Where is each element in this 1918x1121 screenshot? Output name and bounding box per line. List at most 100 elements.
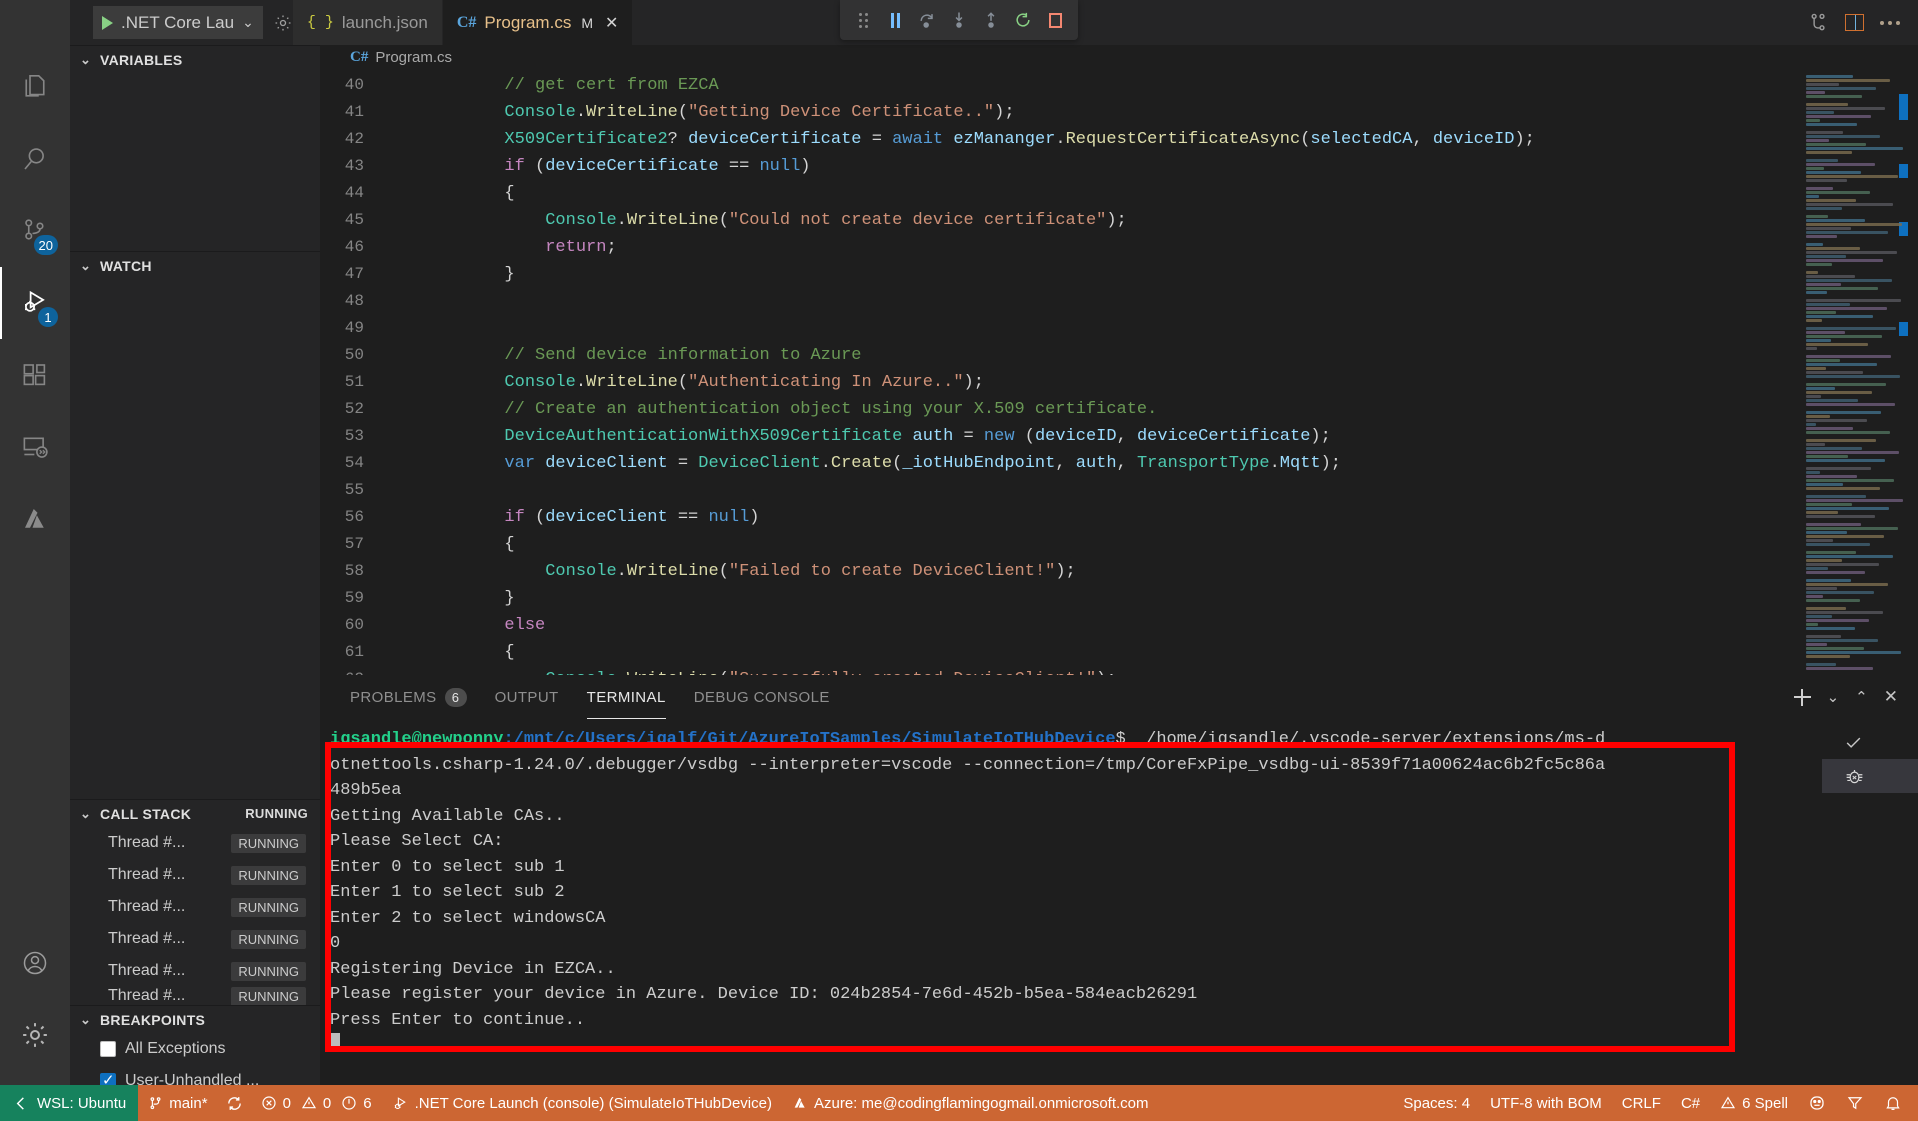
list-item[interactable]: Thread #... RUNNING: [70, 827, 320, 859]
minimap-line: [1806, 287, 1878, 291]
tab-debug-console[interactable]: DEBUG CONSOLE: [694, 675, 830, 719]
breadcrumb[interactable]: C# Program.cs: [320, 45, 1918, 71]
chevron-up-icon[interactable]: ⌃: [1855, 688, 1868, 706]
close-icon[interactable]: ✕: [605, 13, 618, 33]
debug-configuration-selector[interactable]: .NET Core Lau ⌄: [93, 6, 263, 39]
status-problems[interactable]: 0 0 6: [251, 1085, 382, 1121]
list-item[interactable]: Thread #... RUNNING: [70, 859, 320, 891]
list-item[interactable]: Thread #... RUNNING: [70, 891, 320, 923]
step-over-button[interactable]: [912, 5, 942, 35]
debug-settings-gear-icon[interactable]: [273, 0, 293, 45]
list-item[interactable]: All Exceptions: [70, 1033, 320, 1065]
code-line[interactable]: 62 Console.WriteLine("Successfully creat…: [320, 666, 1800, 675]
status-branch[interactable]: main*: [138, 1085, 217, 1121]
terminal-debug-entry[interactable]: [1822, 759, 1918, 793]
status-remote-host[interactable]: WSL: Ubuntu: [0, 1085, 139, 1121]
drag-handle[interactable]: [848, 5, 878, 35]
smiley-icon[interactable]: [1798, 1085, 1836, 1121]
ellipsis-icon[interactable]: [1880, 20, 1900, 25]
close-icon[interactable]: ✕: [1884, 687, 1898, 707]
status-spaces[interactable]: Spaces: 4: [1393, 1085, 1480, 1121]
sidebar-item-azure[interactable]: [0, 483, 70, 555]
chevron-down-icon[interactable]: ⌄: [242, 14, 254, 31]
status-eol[interactable]: CRLF: [1612, 1085, 1671, 1121]
status-launch-config[interactable]: .NET Core Launch (console) (SimulateIoTH…: [382, 1085, 782, 1121]
status-spell-check[interactable]: 6 Spell: [1710, 1085, 1798, 1121]
code-line[interactable]: 54 var deviceClient = DeviceClient.Creat…: [320, 450, 1800, 477]
chevron-down-icon[interactable]: ⌄: [80, 806, 94, 822]
sidebar-item-explorer[interactable]: [0, 51, 70, 123]
plus-icon[interactable]: [1793, 688, 1811, 706]
call-stack-section-header[interactable]: ⌄ CALL STACK RUNNING: [70, 799, 320, 827]
list-item[interactable]: User-Unhandled ...: [70, 1065, 320, 1085]
code-editor[interactable]: 40 // get cert from EZCA 41 Console.Write…: [320, 70, 1800, 675]
manage-gear-icon[interactable]: [0, 999, 70, 1071]
code-token: );: [1514, 130, 1535, 150]
code-line[interactable]: 46 return;: [320, 234, 1800, 261]
code-line[interactable]: 43 if (deviceCertificate == null): [320, 153, 1800, 180]
stop-button[interactable]: [1040, 5, 1070, 35]
tab-terminal[interactable]: TERMINAL: [587, 675, 666, 719]
code-line[interactable]: 55: [320, 477, 1800, 504]
list-item[interactable]: Thread #... RUNNING: [70, 987, 320, 1005]
code-line[interactable]: 48: [320, 288, 1800, 315]
restart-button[interactable]: [1008, 5, 1038, 35]
tab-problems[interactable]: PROBLEMS 6: [350, 675, 467, 719]
sidebar-item-source-control[interactable]: 20: [0, 195, 70, 267]
chevron-down-icon[interactable]: ⌄: [1827, 688, 1840, 706]
terminal-bash-entry[interactable]: [1822, 725, 1918, 759]
accounts-icon[interactable]: [0, 927, 70, 999]
chevron-down-icon[interactable]: ⌄: [80, 258, 94, 274]
send-feedback-icon[interactable]: [1836, 1085, 1874, 1121]
status-azure[interactable]: Azure: me@codingflamingogmail.onmicrosof…: [782, 1085, 1159, 1121]
sidebar-item-remote-explorer[interactable]: [0, 411, 70, 483]
list-item[interactable]: Thread #... RUNNING: [70, 955, 320, 987]
code-line[interactable]: 58 Console.WriteLine("Failed to create D…: [320, 558, 1800, 585]
editor-content: 40 // get cert from EZCA 41 Console.Write…: [320, 70, 1918, 675]
status-encoding[interactable]: UTF-8 with BOM: [1480, 1085, 1612, 1121]
tab-output[interactable]: OUTPUT: [495, 675, 559, 719]
sidebar-item-search[interactable]: [0, 123, 70, 195]
watch-section-header[interactable]: ⌄ WATCH: [70, 251, 320, 279]
code-line[interactable]: 45 Console.WriteLine("Could not create d…: [320, 207, 1800, 234]
code-line[interactable]: 59 }: [320, 585, 1800, 612]
code-line[interactable]: 47 }: [320, 261, 1800, 288]
breakpoints-section-header[interactable]: ⌄ BREAKPOINTS: [70, 1005, 320, 1033]
code-line[interactable]: 41 Console.WriteLine("Getting Device Cer…: [320, 99, 1800, 126]
bell-icon[interactable]: [1874, 1085, 1918, 1121]
checkbox-user-unhandled[interactable]: [100, 1071, 116, 1085]
code-line[interactable]: 42 X509Certificate2? deviceCertificate =…: [320, 126, 1800, 153]
step-out-button[interactable]: [976, 5, 1006, 35]
code-line[interactable]: 49: [320, 315, 1800, 342]
status-language-mode[interactable]: C#: [1671, 1085, 1710, 1121]
start-debug-icon[interactable]: [102, 15, 113, 30]
code-line[interactable]: 61 {: [320, 639, 1800, 666]
tab-program-cs[interactable]: C# Program.cs M ✕: [442, 0, 634, 45]
tab-launch-json[interactable]: { } launch.json: [292, 0, 443, 45]
line-number: 59: [344, 589, 364, 608]
code-line[interactable]: 52 // Create an authentication object us…: [320, 396, 1800, 423]
split-editor-icon[interactable]: [1845, 14, 1864, 31]
minimap[interactable]: [1800, 70, 1918, 675]
chevron-down-icon[interactable]: ⌄: [80, 52, 94, 68]
list-item[interactable]: Thread #... RUNNING: [70, 923, 320, 955]
chevron-down-icon[interactable]: ⌄: [80, 1012, 94, 1028]
code-line[interactable]: 57 {: [320, 531, 1800, 558]
code-line[interactable]: 60 else: [320, 612, 1800, 639]
code-line[interactable]: 56 if (deviceClient == null): [320, 504, 1800, 531]
code-line[interactable]: 53 DeviceAuthenticationWithX509Certifica…: [320, 423, 1800, 450]
pause-button[interactable]: [880, 5, 910, 35]
checkbox-all-exceptions[interactable]: [100, 1041, 116, 1057]
code-line[interactable]: 40 // get cert from EZCA: [320, 72, 1800, 99]
step-into-button[interactable]: [944, 5, 974, 35]
code-line[interactable]: 50 // Send device information to Azure: [320, 342, 1800, 369]
sidebar-item-run-and-debug[interactable]: 1: [0, 267, 70, 339]
code-line[interactable]: 44 {: [320, 180, 1800, 207]
merge-branch-icon[interactable]: [1808, 12, 1829, 33]
sidebar-item-extensions[interactable]: [0, 339, 70, 411]
terminal-output[interactable]: igsandle@newponny:/mnt/c/Users/igalf/Git…: [320, 719, 1822, 1085]
code-line[interactable]: 51 Console.WriteLine("Authenticating In …: [320, 369, 1800, 396]
status-sync[interactable]: [218, 1085, 251, 1121]
variables-section-header[interactable]: ⌄ VARIABLES: [70, 45, 320, 73]
